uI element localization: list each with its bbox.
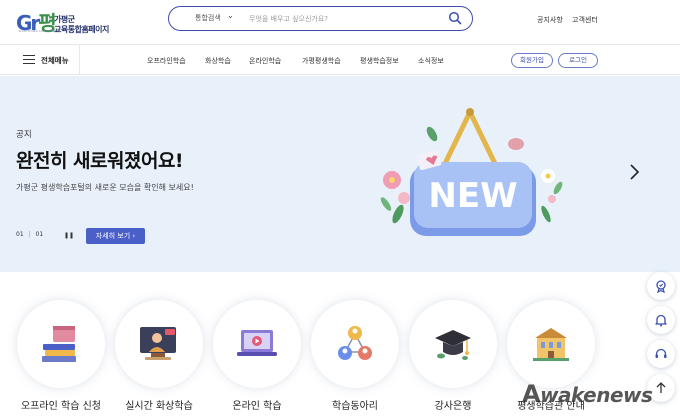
notice-link[interactable]: 공지사항 bbox=[537, 15, 563, 25]
pager-current: 01 bbox=[16, 231, 24, 238]
search-icon[interactable] bbox=[448, 11, 462, 25]
nav-item-video[interactable]: 화상학습 bbox=[205, 56, 231, 66]
detail-button-label: 자세히 보기 bbox=[95, 232, 131, 240]
service-circle bbox=[409, 300, 497, 388]
logo-subtext: GAPYEONG LEARNING bbox=[19, 29, 58, 33]
search-bar: 통합검색 ⌄ bbox=[168, 6, 473, 31]
headset-icon bbox=[655, 348, 667, 358]
nav-item-online[interactable]: 온라인학습 bbox=[249, 56, 281, 66]
service-circle bbox=[115, 300, 203, 388]
logo-line-2: 교육통합홈페이지 bbox=[54, 25, 109, 34]
books-calendar-icon bbox=[42, 326, 76, 362]
all-menu-button[interactable]: 전체메뉴 bbox=[0, 45, 80, 74]
pause-icon[interactable]: ❚❚ bbox=[64, 232, 74, 239]
new-sign-illustration: NEW bbox=[380, 108, 563, 236]
site-header: Gr평 GAPYEONG LEARNING 가평군 교육통합홈페이지 통합검색 … bbox=[0, 0, 680, 44]
service-circle bbox=[17, 300, 105, 388]
arrow-up-icon bbox=[656, 382, 666, 393]
pager-total: 01 bbox=[35, 231, 44, 238]
signup-button[interactable]: 회원가입 bbox=[511, 53, 553, 68]
service-circle bbox=[507, 300, 595, 388]
hero-banner: 공지 완전히 새로워졌어요! 가평군 평생학습포털의 새로운 모습을 확인해 보… bbox=[0, 76, 680, 272]
certificate-icon bbox=[656, 280, 666, 293]
hero-description: 가평군 평생학습포털의 새로운 모습을 확인해 보세요! bbox=[16, 183, 194, 192]
service-online[interactable]: 온라인 학습 bbox=[212, 300, 302, 420]
building-icon bbox=[533, 328, 569, 361]
floating-notification-button[interactable] bbox=[647, 306, 675, 334]
service-label: 실시간 화상학습 bbox=[125, 401, 193, 412]
people-network-icon bbox=[338, 326, 372, 360]
bell-icon bbox=[655, 314, 667, 327]
logo-text: 가평군 교육통합홈페이지 bbox=[54, 15, 109, 35]
floating-support-button[interactable] bbox=[647, 340, 675, 368]
service-live-video[interactable]: 실시간 화상학습 bbox=[114, 300, 204, 420]
service-instructor-bank[interactable]: 강사은행 bbox=[408, 300, 498, 420]
watermark-text: wakenews bbox=[540, 383, 653, 407]
nav-item-gapyeong[interactable]: 가평평생학습 bbox=[302, 56, 341, 66]
pager-divider: | bbox=[28, 231, 31, 238]
live-video-icon bbox=[140, 327, 176, 360]
service-label: 온라인 학습 bbox=[232, 401, 282, 412]
service-circle bbox=[213, 300, 301, 388]
customer-center-link[interactable]: 고객센터 bbox=[572, 15, 598, 25]
detail-button[interactable]: 자세히 보기 › bbox=[86, 228, 145, 244]
nav-item-news[interactable]: 소식정보 bbox=[418, 56, 444, 66]
search-category-select[interactable]: 통합검색 bbox=[195, 13, 221, 23]
watermark-a-logo: A bbox=[522, 380, 541, 408]
service-study-group[interactable]: 학습동아리 bbox=[310, 300, 400, 420]
login-button[interactable]: 로그인 bbox=[558, 53, 598, 68]
main-nav: 전체메뉴 오프라인학습 화상학습 온라인학습 가평평생학습 평생학습정보 소식정… bbox=[0, 44, 680, 75]
watermark: Awakenews bbox=[522, 380, 653, 408]
service-label: 학습동아리 bbox=[332, 401, 378, 412]
service-circle bbox=[311, 300, 399, 388]
nav-item-offline[interactable]: 오프라인학습 bbox=[147, 56, 186, 66]
nav-item-info[interactable]: 평생학습정보 bbox=[360, 56, 399, 66]
slide-pager: 01 | 01 ❚❚ bbox=[16, 231, 74, 243]
chevron-down-icon[interactable]: ⌄ bbox=[227, 11, 234, 20]
service-label: 오프라인 학습 신청 bbox=[21, 401, 101, 412]
service-offline-apply[interactable]: 오프라인 학습 신청 bbox=[16, 300, 106, 420]
hamburger-icon bbox=[23, 55, 35, 64]
hero-eyebrow: 공지 bbox=[16, 130, 32, 140]
next-slide-icon[interactable] bbox=[627, 162, 641, 182]
all-menu-label: 전체메뉴 bbox=[41, 56, 69, 65]
service-label: 강사은행 bbox=[434, 401, 472, 412]
logo-line-1: 가평군 bbox=[54, 15, 75, 24]
laptop-play-icon bbox=[237, 330, 277, 356]
search-input[interactable] bbox=[249, 10, 439, 27]
floating-badge-button[interactable] bbox=[647, 272, 675, 300]
hero-title: 완전히 새로워졌어요! bbox=[16, 150, 184, 172]
graduation-cap-icon bbox=[435, 330, 471, 360]
site-logo[interactable]: Gr평 GAPYEONG LEARNING 가평군 교육통합홈페이지 bbox=[16, 7, 116, 37]
sign-text: NEW bbox=[428, 176, 517, 216]
